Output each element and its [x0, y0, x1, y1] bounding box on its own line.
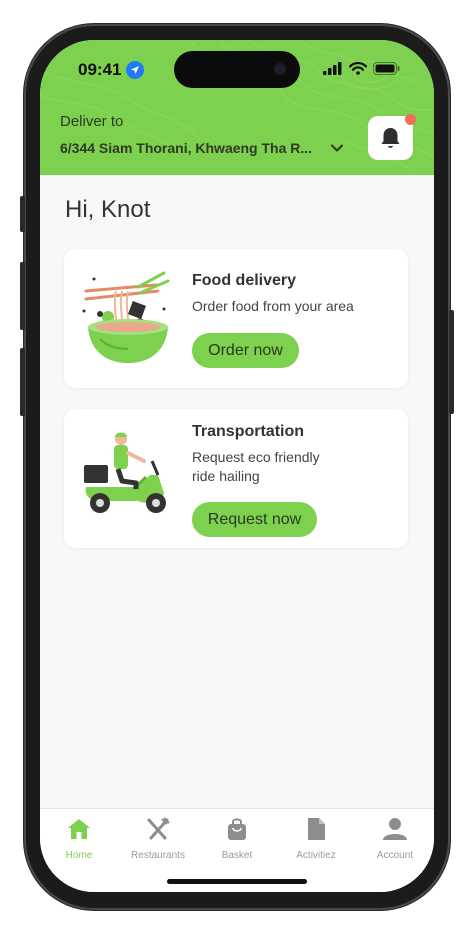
tab-label: Activitiez	[296, 850, 336, 861]
document-icon	[308, 818, 325, 840]
card-description: Order food from your area	[192, 298, 354, 314]
transportation-card[interactable]: Transportation Request eco friendly ride…	[64, 409, 408, 548]
wifi-icon	[349, 62, 367, 75]
scooter-rider-illustration	[84, 432, 166, 513]
notification-badge	[405, 114, 416, 125]
tab-label: Account	[376, 850, 414, 861]
card-title: Transportation	[192, 423, 305, 440]
tab-label: Basket	[221, 850, 253, 861]
notification-button[interactable]	[368, 114, 416, 160]
tab-label: Home	[65, 850, 93, 861]
battery-icon	[373, 62, 400, 75]
deliver-to-label: Deliver to	[60, 113, 124, 130]
card-description-line: ride hailing	[192, 468, 260, 484]
side-button-power	[449, 310, 454, 414]
status-icons	[323, 62, 400, 75]
greeting-title: Hi, Knot	[65, 196, 151, 223]
bag-icon	[228, 818, 246, 840]
card-title: Food delivery	[192, 272, 297, 289]
header: 09:41 Deliver to 6/344 Siam Thorani, Khw…	[40, 40, 434, 175]
side-button-volume-down	[20, 348, 25, 416]
tab-label: Restaurants	[131, 850, 185, 861]
food-delivery-card[interactable]: Food delivery Order food from your area …	[64, 249, 408, 388]
side-button-volume-up	[20, 262, 25, 330]
card-description: Request eco friendly ride hailing	[192, 448, 392, 486]
tab-restaurants[interactable]: Restaurants	[119, 817, 197, 861]
noodle-bowl-illustration	[82, 271, 170, 363]
delivery-address[interactable]: 6/344 Siam Thorani, Khwaeng Tha R...	[60, 140, 320, 156]
chevron-down-icon[interactable]	[329, 140, 345, 156]
tab-account[interactable]: Account	[356, 817, 434, 861]
dynamic-island	[174, 51, 300, 88]
tab-activities[interactable]: Activitiez	[277, 817, 355, 861]
home-icon	[68, 819, 90, 839]
home-indicator[interactable]	[167, 879, 307, 884]
location-arrow-icon	[126, 61, 144, 79]
request-now-button[interactable]: Request now	[192, 502, 317, 537]
person-icon	[383, 818, 407, 840]
fork-knife-icon	[147, 817, 170, 840]
tab-basket[interactable]: Basket	[198, 817, 276, 861]
signal-icon	[323, 62, 342, 75]
app-screen: 09:41 Deliver to 6/344 Siam Thorani, Khw…	[40, 40, 434, 892]
tab-home[interactable]: Home	[40, 817, 118, 861]
card-description-line: Request eco friendly	[192, 449, 320, 465]
side-button-mute	[20, 196, 25, 232]
status-time: 09:41	[78, 60, 122, 79]
order-now-button[interactable]: Order now	[192, 333, 299, 368]
camera-icon	[274, 63, 286, 75]
